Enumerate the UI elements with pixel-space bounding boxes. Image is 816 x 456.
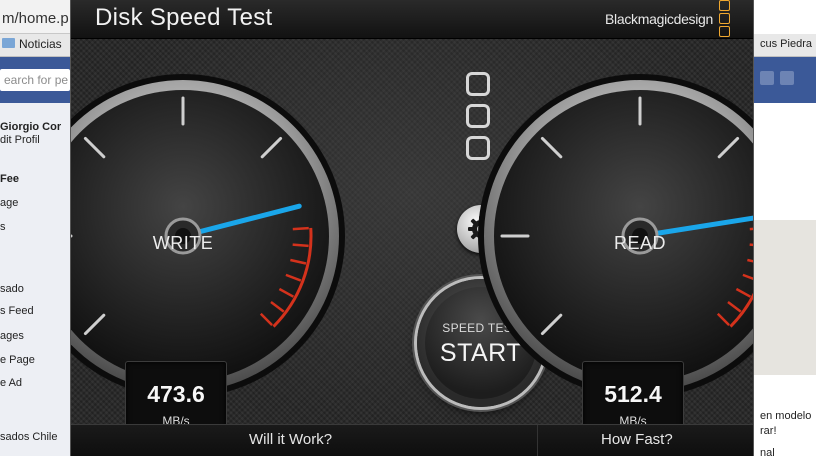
address-text: m/home.p bbox=[2, 10, 69, 27]
facebook-sidebar: Giorgio Cor dit Profil Fee age s sado s … bbox=[0, 103, 80, 456]
brand-logo-text: Blackmagicdesign bbox=[605, 11, 714, 27]
will-it-work-tab[interactable]: Will it Work? bbox=[249, 431, 332, 448]
brand-logo-icon bbox=[719, 0, 731, 44]
sidebar-item[interactable]: Giorgio Cor bbox=[0, 121, 61, 133]
read-speed-value: 512.4 bbox=[604, 381, 662, 407]
bookmark-noticias[interactable]: Noticias bbox=[19, 37, 62, 51]
sidebar-item[interactable]: e Page bbox=[0, 354, 35, 366]
folder-icon bbox=[2, 38, 15, 48]
write-gauge-label: WRITE bbox=[152, 233, 214, 253]
bookmarks-bar: cus Piedra bbox=[752, 34, 816, 57]
address-bar[interactable]: m/home.p bbox=[0, 0, 80, 34]
sidebar-item[interactable]: s bbox=[0, 221, 6, 233]
background-browser-left: m/home.p Noticias earch for pe Giorgio C… bbox=[0, 0, 80, 456]
sidebar-item[interactable]: sados Chile bbox=[0, 431, 57, 443]
read-gauge-redline-tick bbox=[749, 227, 753, 231]
write-gauge: WRITE 473.6 MB/s bbox=[71, 71, 348, 437]
bookmark-item[interactable]: cus Piedra bbox=[760, 38, 812, 50]
post-text: nal bbox=[760, 447, 775, 456]
sidebar-item[interactable]: s Feed bbox=[0, 305, 34, 317]
facebook-header: earch for pe bbox=[0, 57, 80, 103]
title-bar[interactable]: Disk Speed Test Blackmagicdesign bbox=[71, 0, 753, 39]
sidebar-item[interactable]: ages bbox=[0, 330, 24, 342]
post-text: en modelo bbox=[760, 410, 812, 422]
facebook-search-input[interactable]: earch for pe bbox=[0, 69, 70, 91]
write-speed-value: 473.6 bbox=[147, 381, 205, 407]
messages-icon[interactable] bbox=[780, 71, 794, 85]
sidebar-item[interactable]: dit Profil bbox=[0, 134, 40, 146]
sidebar-item[interactable]: e Ad bbox=[0, 377, 22, 389]
read-gauge-label: READ bbox=[613, 233, 666, 253]
friends-icon[interactable] bbox=[760, 71, 774, 85]
write-gauge-redline-tick bbox=[292, 226, 309, 231]
sidebar-item[interactable]: age bbox=[0, 197, 18, 209]
disk-speed-test-window: Disk Speed Test Blackmagicdesign SPEED T… bbox=[70, 0, 754, 456]
bottom-bar: Will it Work? How Fast? bbox=[71, 424, 753, 456]
sidebar-item[interactable]: Fee bbox=[0, 173, 19, 185]
how-fast-tab[interactable]: How Fast? bbox=[601, 431, 673, 448]
post-text: rar! bbox=[760, 425, 777, 437]
photo bbox=[752, 220, 816, 375]
bookmarks-bar: Noticias bbox=[0, 34, 80, 57]
read-gauge: READ 512.4 MB/s bbox=[475, 71, 753, 437]
sidebar-item[interactable]: sado bbox=[0, 283, 24, 295]
background-browser-right: cus Piedra en modelo rar! nal bbox=[752, 0, 816, 456]
app-title: Disk Speed Test bbox=[95, 4, 273, 31]
facebook-header bbox=[752, 57, 816, 103]
